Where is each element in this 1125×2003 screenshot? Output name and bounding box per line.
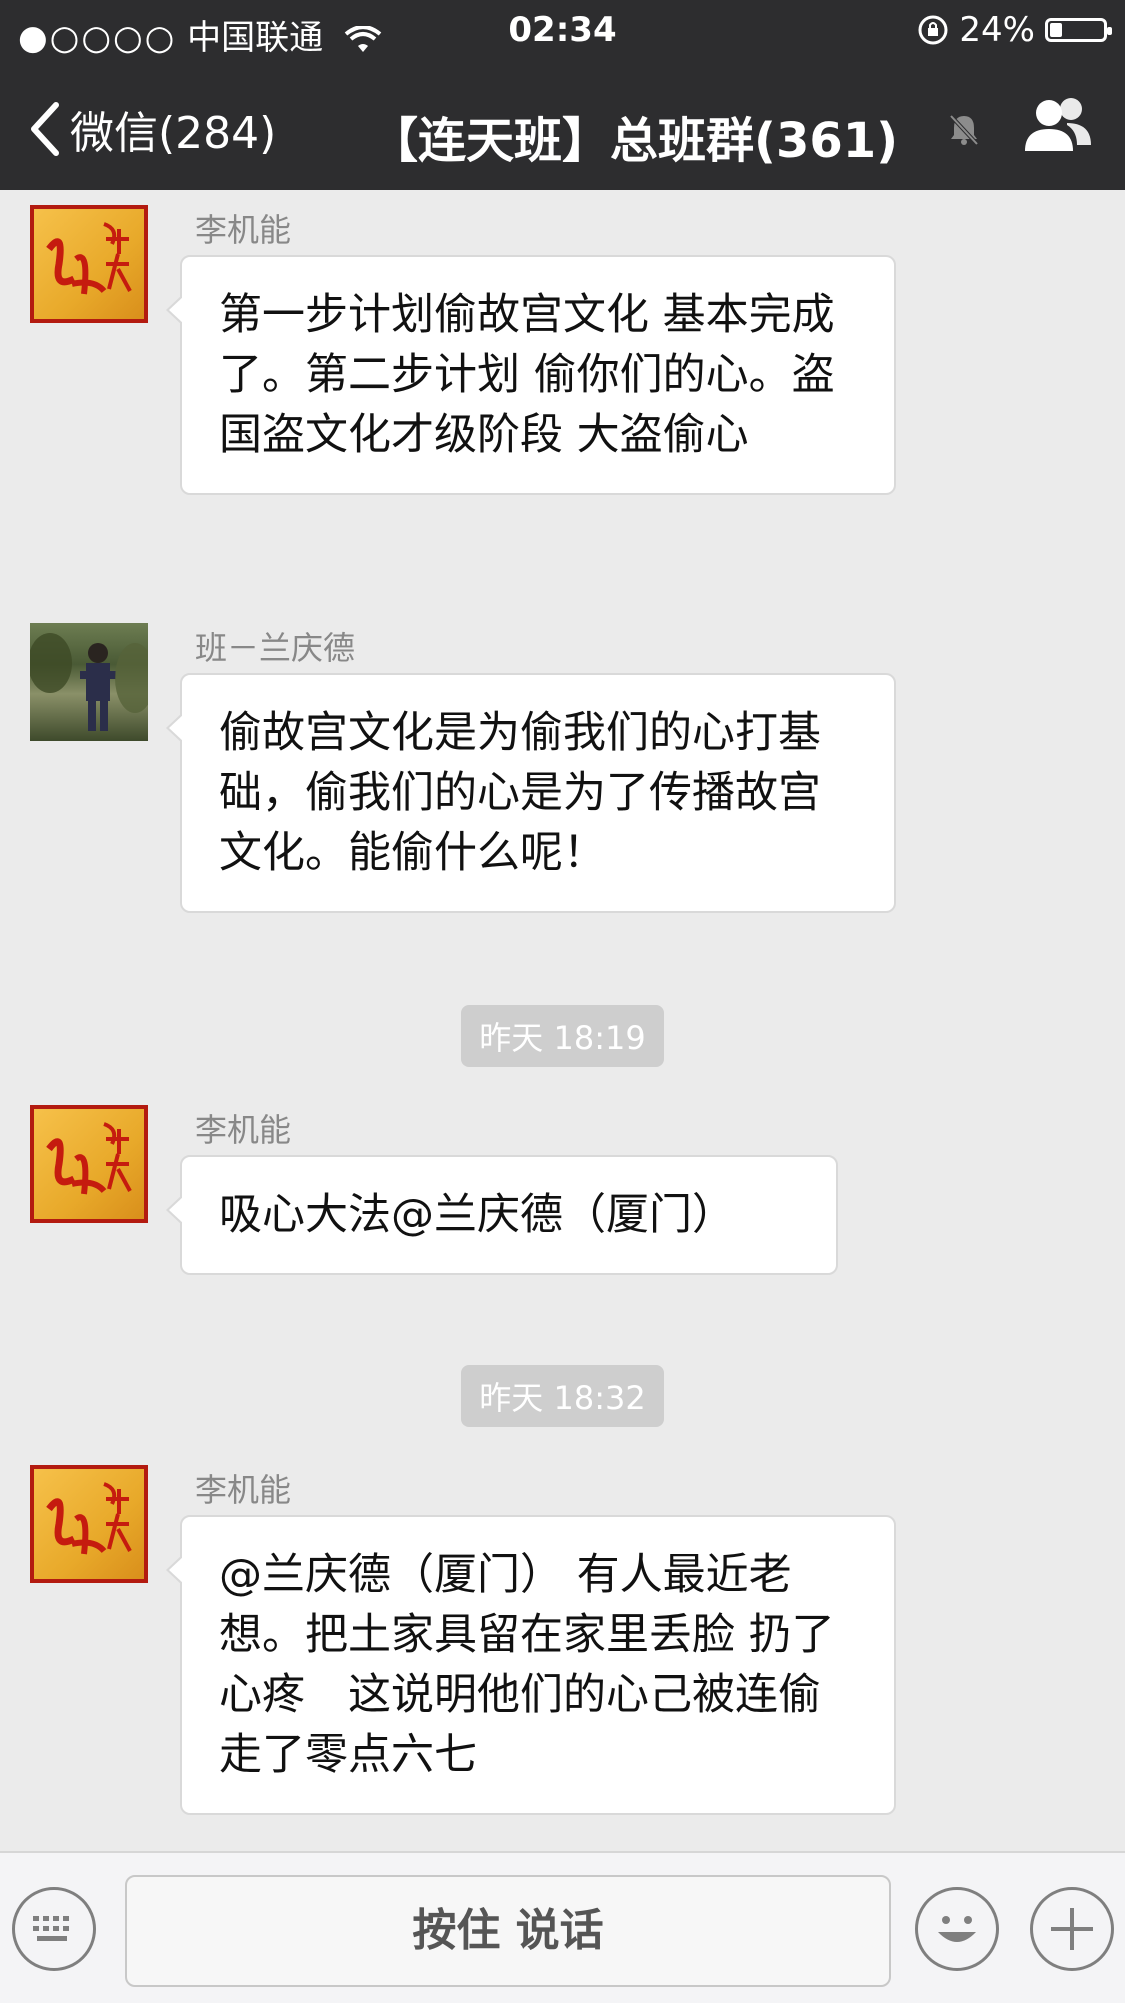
- keyboard-toggle-button[interactable]: [12, 1887, 96, 1971]
- chevron-left-icon: [31, 102, 59, 156]
- sender-avatar[interactable]: [30, 205, 148, 323]
- mute-bell-icon: [949, 114, 979, 146]
- timestamp-label: 昨天 18:32: [461, 1365, 664, 1427]
- sender-avatar[interactable]: [30, 1465, 148, 1583]
- timestamp-divider: 昨天 18:32: [0, 1365, 1125, 1427]
- group-members-icon[interactable]: [1021, 95, 1095, 153]
- back-button[interactable]: 微信(284): [28, 97, 276, 161]
- sender-avatar[interactable]: [28, 623, 155, 741]
- timestamp-label: 昨天 18:19: [461, 1005, 664, 1067]
- calligraphy-logo-icon: [46, 1122, 132, 1195]
- chat-area[interactable]: 李机能 第一步计划偷故宫文化 基本完成了。第二步计划 偷你们的心。盗国盗文化才级…: [0, 190, 1125, 1850]
- emoji-icon: [938, 1916, 976, 1942]
- message-bubble[interactable]: 吸心大法@兰庆德（厦门）: [166, 1155, 838, 1275]
- battery-icon: [1045, 18, 1112, 42]
- back-label: 微信(284): [70, 108, 277, 159]
- calligraphy-logo-icon: [46, 1482, 132, 1555]
- sender-avatar[interactable]: [30, 1105, 148, 1223]
- person-photo-icon: [28, 633, 155, 731]
- keyboard-icon: [33, 1916, 69, 1941]
- message-bubble[interactable]: 第一步计划偷故宫文化 基本完成了。第二步计划 偷你们的心。盗国盗文化才级阶段 大…: [166, 255, 896, 495]
- message-bubble[interactable]: 偷故宫文化是为偷我们的心打基础，偷我们的心是为了传播故宫文化。能偷什么呢！: [166, 673, 896, 913]
- chat-title: 【连天班】总班群(361): [370, 113, 899, 169]
- timestamp-divider: 昨天 18:19: [0, 1005, 1125, 1067]
- sender-name: 李机能: [195, 1471, 292, 1509]
- sender-name: 班－兰庆德: [195, 629, 356, 667]
- input-bar: 按住 说话: [0, 1851, 1125, 2003]
- rotation-lock-icon: [918, 15, 948, 45]
- battery-percent: 24%: [959, 10, 1035, 50]
- battery-status: 24%: [917, 10, 1112, 50]
- more-options-button[interactable]: [1030, 1887, 1114, 1971]
- sender-name: 李机能: [195, 211, 292, 249]
- top-bar: ●○○○○ 中国联通 02:34 24% 微信(284) 【连天班】总班群(36…: [0, 0, 1125, 190]
- hold-to-talk-button[interactable]: 按住 说话: [125, 1875, 891, 1987]
- sender-name: 李机能: [195, 1111, 292, 1149]
- message-bubble[interactable]: @兰庆德（厦门） 有人最近老想。把土家具留在家里丢脸 扔了心疼 这说明他们的心己…: [166, 1515, 896, 1815]
- calligraphy-logo-icon: [46, 222, 132, 295]
- emoji-button[interactable]: [915, 1887, 999, 1971]
- plus-icon: [1051, 1908, 1093, 1950]
